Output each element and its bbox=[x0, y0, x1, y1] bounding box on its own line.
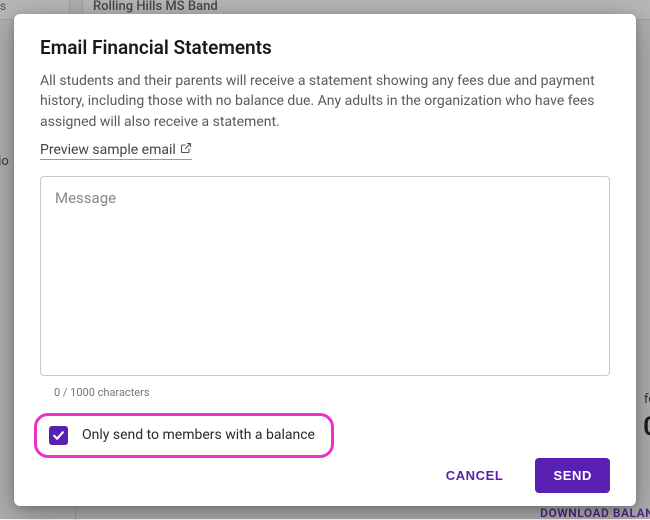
preview-sample-link[interactable]: Preview sample email bbox=[40, 142, 192, 160]
external-link-icon bbox=[180, 142, 192, 158]
preview-sample-label: Preview sample email bbox=[40, 142, 176, 158]
balance-only-checkbox[interactable] bbox=[49, 426, 68, 445]
dialog-description: All students and their parents will rece… bbox=[40, 71, 610, 132]
message-textarea[interactable] bbox=[40, 176, 610, 376]
cancel-button[interactable]: CANCEL bbox=[428, 458, 522, 493]
dialog-actions: CANCEL SEND bbox=[40, 458, 610, 493]
email-statements-dialog: Email Financial Statements All students … bbox=[14, 14, 636, 506]
send-button[interactable]: SEND bbox=[535, 458, 610, 493]
balance-only-option[interactable]: Only send to members with a balance bbox=[34, 413, 334, 458]
dialog-title: Email Financial Statements bbox=[40, 36, 610, 59]
message-textarea-wrap bbox=[40, 176, 610, 380]
character-count: 0 / 1000 characters bbox=[54, 386, 610, 399]
balance-only-label: Only send to members with a balance bbox=[82, 427, 315, 443]
